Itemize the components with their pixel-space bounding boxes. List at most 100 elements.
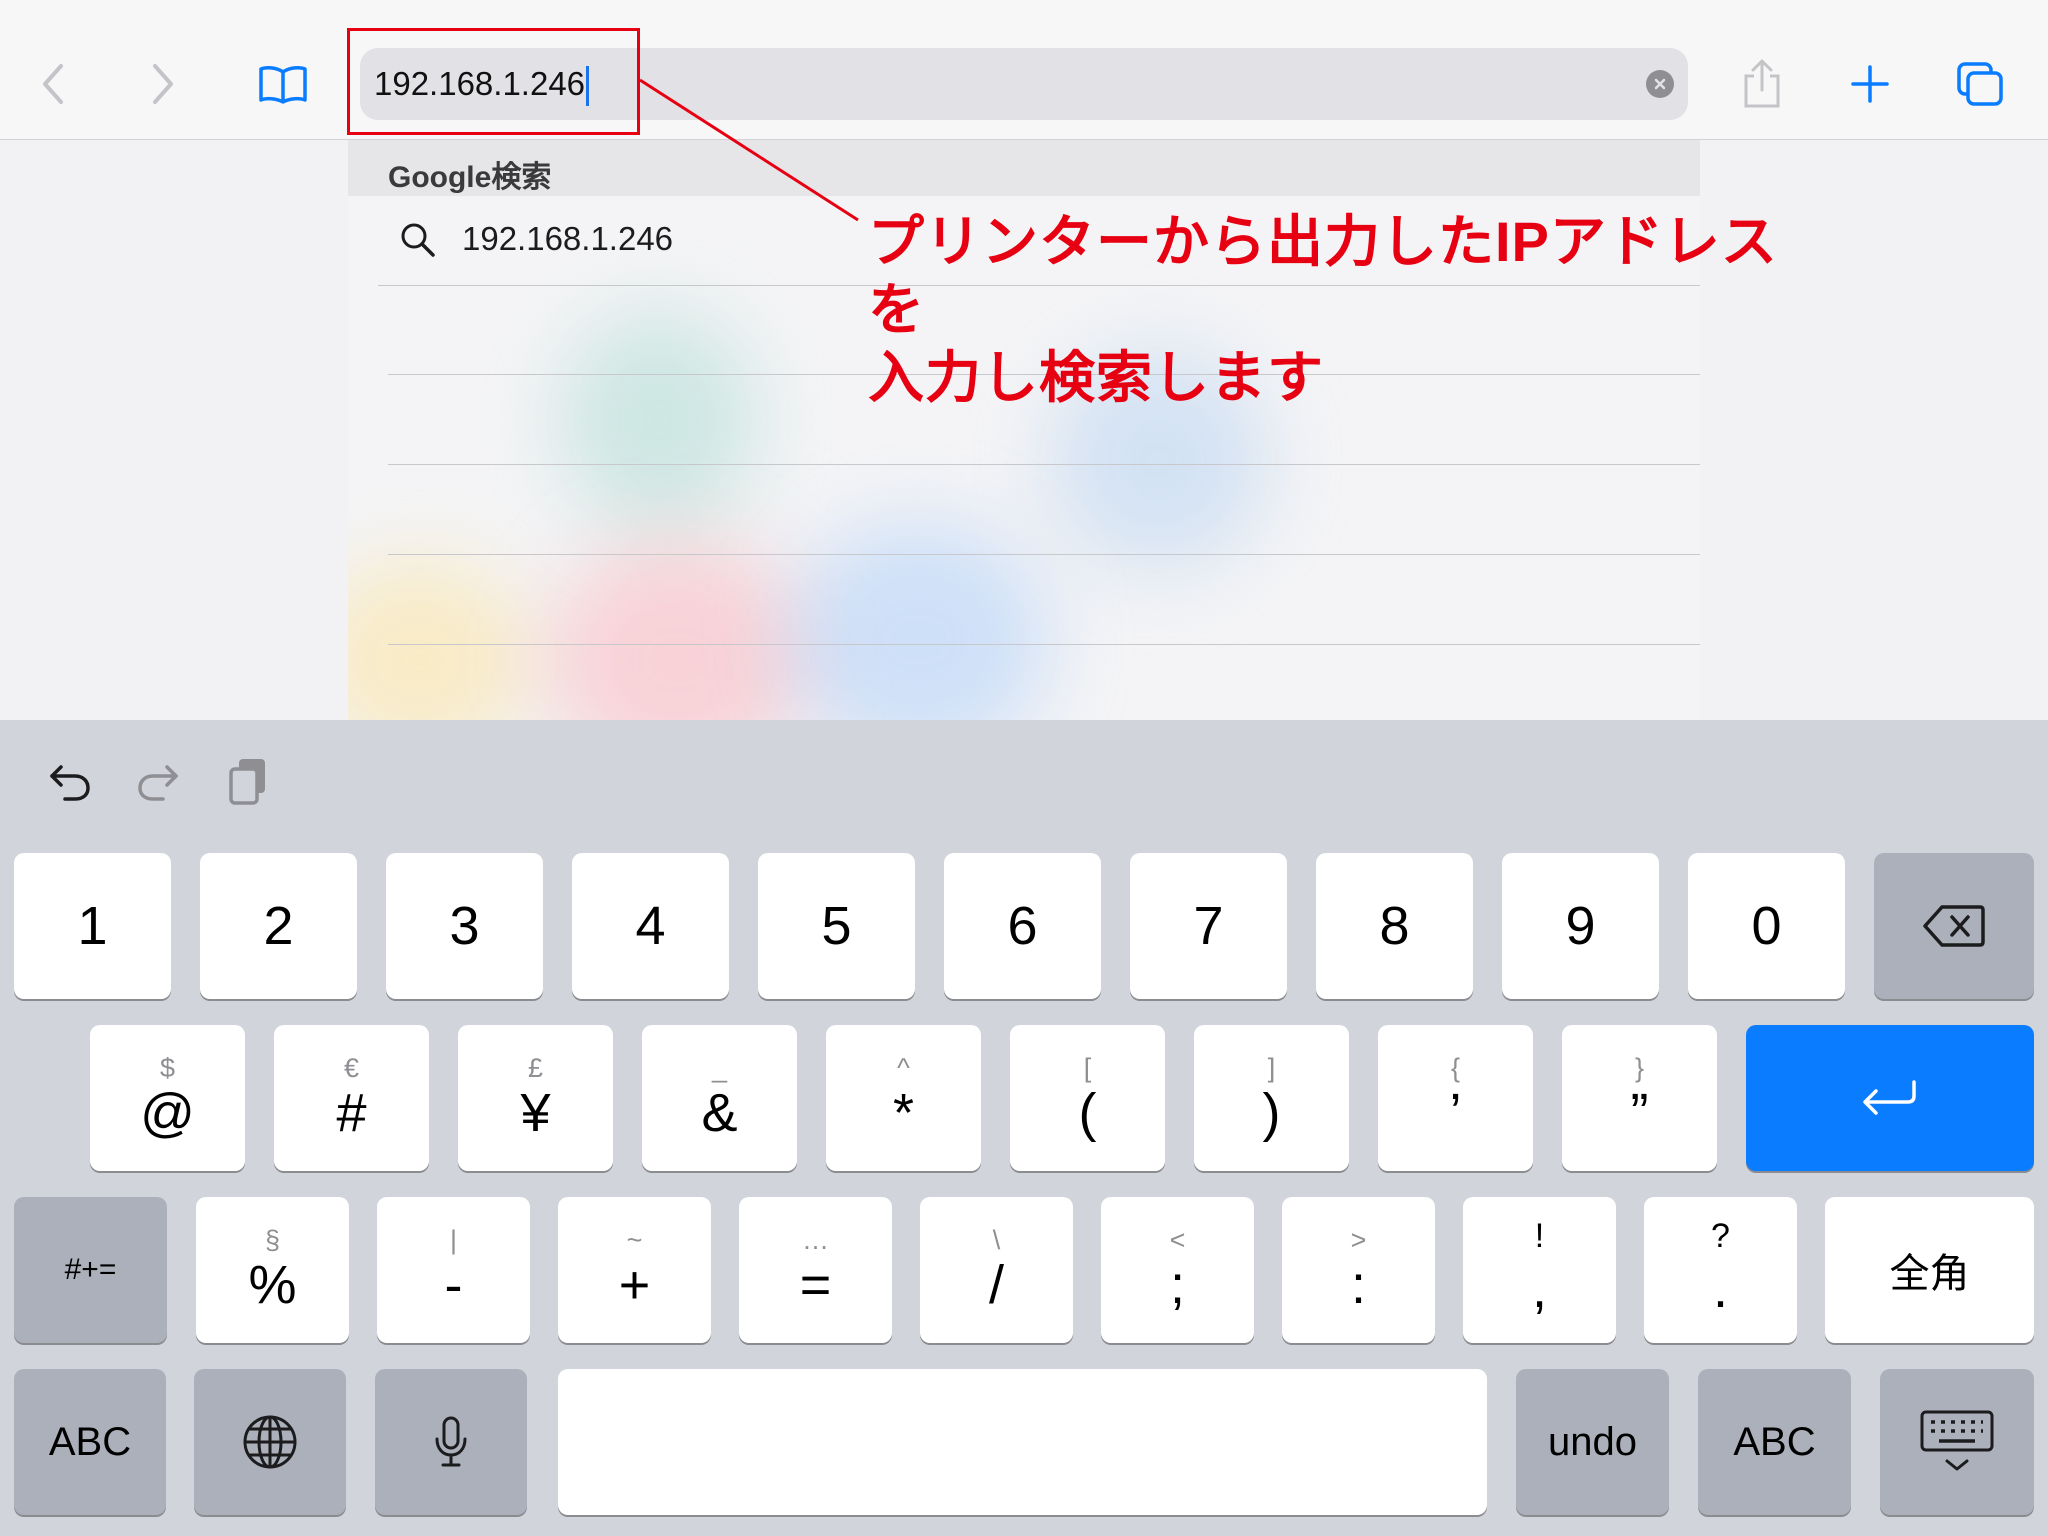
key-period[interactable]: ?. (1644, 1197, 1797, 1343)
key-alt-label: ] (1267, 1053, 1276, 1083)
key-at[interactable]: $ @ (90, 1025, 245, 1171)
key-label: = (799, 1255, 832, 1315)
onscreen-keyboard: 1 2 3 4 5 6 7 8 9 0 $ @ € # £ ¥ _ & ^ * [( ])… (0, 720, 2048, 1536)
delete-key[interactable] (1874, 853, 2034, 999)
undo-key[interactable]: undo (1516, 1369, 1669, 1515)
key-label: . (1712, 1259, 1728, 1319)
keyboard-hide-icon (1920, 1410, 1994, 1471)
key-yen[interactable]: £ ¥ (458, 1025, 613, 1171)
key-percent[interactable]: §% (196, 1197, 349, 1343)
bookmarks-button[interactable] (251, 52, 315, 116)
redo-shortcut-button[interactable] (126, 750, 190, 814)
backspace-icon (1923, 905, 1985, 947)
divider (388, 464, 1700, 465)
close-icon (1654, 78, 1666, 90)
chevron-right-icon (153, 64, 173, 104)
key-semicolon[interactable]: <; (1101, 1197, 1254, 1343)
return-icon (1863, 1080, 1916, 1115)
book-icon (259, 66, 307, 104)
background-blur (788, 520, 1048, 720)
key-asterisk[interactable]: ^ * (826, 1025, 981, 1171)
key-alt-label: { (1450, 1053, 1461, 1083)
key-alt-label: [ (1083, 1053, 1092, 1083)
key-label: # (336, 1083, 367, 1143)
paste-shortcut-button[interactable] (216, 750, 280, 814)
share-icon (1744, 59, 1780, 108)
space-key[interactable] (558, 1369, 1487, 1515)
key-alt-label: ~ (626, 1225, 643, 1255)
redo-icon (138, 765, 178, 801)
background-blur (348, 560, 528, 720)
key-slash[interactable]: \ / (920, 1197, 1073, 1343)
key-5[interactable]: 5 (758, 853, 915, 999)
globe-key[interactable] (194, 1369, 346, 1515)
key-6[interactable]: 6 (944, 853, 1101, 999)
divider (388, 554, 1700, 555)
key-label: & (701, 1083, 738, 1143)
key-label: % (248, 1255, 297, 1315)
key-7[interactable]: 7 (1130, 853, 1287, 999)
key-label: : (1350, 1255, 1366, 1315)
key-hash[interactable]: € # (274, 1025, 429, 1171)
clear-text-button[interactable] (1646, 70, 1674, 98)
key-label: + (618, 1255, 651, 1315)
key-label: / (988, 1255, 1004, 1315)
key-0[interactable]: 0 (1688, 853, 1845, 999)
key-alt-label: < (1169, 1225, 1186, 1255)
key-label: #+= (64, 1253, 117, 1286)
key-close-paren[interactable]: ]) (1194, 1025, 1349, 1171)
key-label: 4 (635, 896, 666, 956)
new-tab-button[interactable] (1838, 52, 1902, 116)
background-blur (548, 540, 808, 720)
annotation-highlight-box (347, 28, 640, 135)
suggestion-section-title: Google検索 (388, 161, 552, 194)
key-hyphen[interactable]: | - (377, 1197, 530, 1343)
key-label: ” (1630, 1083, 1649, 1143)
key-alt-label: > (1350, 1225, 1367, 1255)
full-width-key[interactable]: 全角 (1825, 1197, 2034, 1343)
key-label: , (1531, 1259, 1547, 1319)
background-blur (558, 310, 758, 530)
key-plus[interactable]: ~ + (558, 1197, 711, 1343)
abc-key-left[interactable]: ABC (14, 1369, 166, 1515)
key-quote[interactable]: }” (1562, 1025, 1717, 1171)
key-label: * (892, 1083, 914, 1143)
back-button[interactable] (22, 52, 86, 116)
key-label: 6 (1007, 896, 1038, 956)
suggestion-section-header: Google検索 (348, 140, 1700, 196)
key-label: 2 (263, 896, 294, 956)
dismiss-keyboard-key[interactable] (1880, 1369, 2034, 1515)
clipboard-icon (229, 759, 265, 805)
key-label: ; (1169, 1255, 1185, 1315)
key-9[interactable]: 9 (1502, 853, 1659, 999)
abc-key-right[interactable]: ABC (1698, 1369, 1851, 1515)
dictation-key[interactable] (375, 1369, 527, 1515)
suggestion-item-label: 192.168.1.246 (462, 220, 674, 257)
key-3[interactable]: 3 (386, 853, 543, 999)
forward-button[interactable] (130, 52, 194, 116)
key-alt-label: ? (1711, 1217, 1730, 1255)
return-key[interactable] (1746, 1025, 2034, 1171)
key-1[interactable]: 1 (14, 853, 171, 999)
key-2[interactable]: 2 (200, 853, 357, 999)
key-8[interactable]: 8 (1316, 853, 1473, 999)
key-label: ) (1262, 1083, 1281, 1143)
key-alt-label: € (343, 1053, 360, 1083)
key-label: ’ (1449, 1083, 1462, 1143)
key-open-paren[interactable]: [( (1010, 1025, 1165, 1171)
key-apostrophe[interactable]: {’ (1378, 1025, 1533, 1171)
key-label: 7 (1193, 896, 1224, 956)
more-symbols-key[interactable]: #+= (14, 1197, 167, 1343)
search-icon (401, 223, 435, 257)
key-comma[interactable]: !, (1463, 1197, 1616, 1343)
divider (388, 644, 1700, 645)
globe-icon (243, 1415, 297, 1469)
key-label: - (444, 1255, 463, 1315)
key-colon[interactable]: >: (1282, 1197, 1435, 1343)
undo-shortcut-button[interactable] (38, 750, 102, 814)
key-ampersand[interactable]: _ & (642, 1025, 797, 1171)
key-4[interactable]: 4 (572, 853, 729, 999)
key-equals[interactable]: … = (739, 1197, 892, 1343)
tabs-overview-button[interactable] (1948, 52, 2012, 116)
share-button[interactable] (1730, 52, 1794, 116)
